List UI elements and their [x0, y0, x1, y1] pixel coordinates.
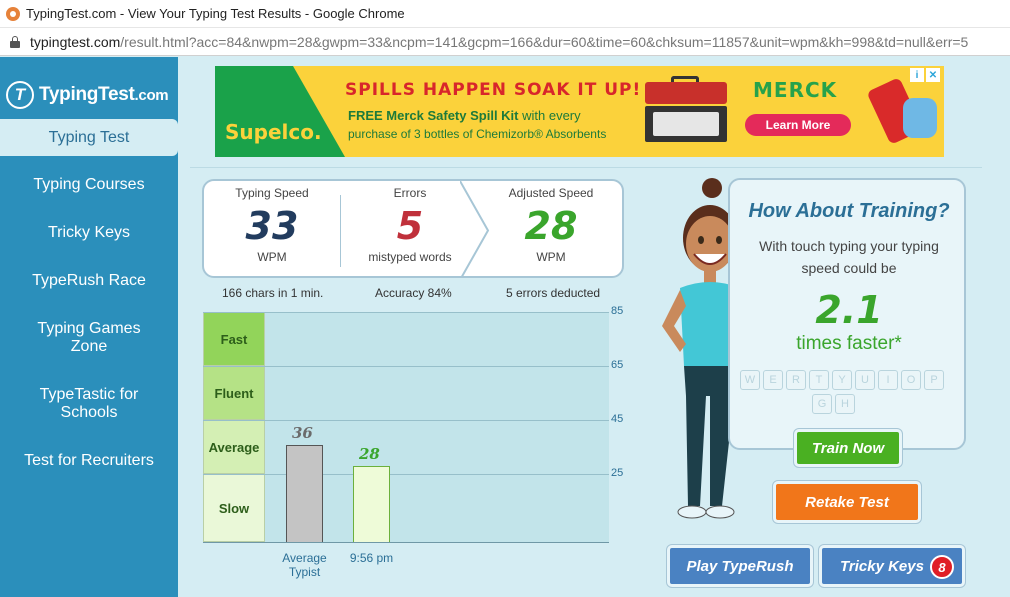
keyboard-key: U	[855, 370, 875, 390]
results-card: Typing Speed 33 WPM Errors 5 mistyped wo…	[202, 179, 624, 278]
url-host: typingtest.com	[30, 33, 121, 50]
ad-learn-more-button[interactable]: Learn More	[745, 114, 851, 136]
ad-banner[interactable]: Supelco. SPILLS HAPPEN SOAK IT UP! FREE …	[215, 66, 944, 157]
sidebar-item-typing-test[interactable]: Typing Test	[0, 119, 178, 156]
window-title: TypingTest.com - View Your Typing Test R…	[26, 6, 405, 21]
keyboard-key: I	[878, 370, 898, 390]
errors-unit: mistyped words	[368, 250, 452, 264]
url-path: /result.html?acc=84&nwpm=28&gwpm=33&ncpm…	[120, 33, 969, 50]
keyboard-key: W	[740, 370, 760, 390]
ad-controls: i ✕	[910, 68, 940, 82]
chart-band-fluent: Fluent	[203, 366, 265, 421]
keyboard-key: P	[924, 370, 944, 390]
chart-bar	[353, 466, 390, 542]
keyboard-key: O	[901, 370, 921, 390]
keyboard-key: R	[786, 370, 806, 390]
retake-test-button[interactable]: Retake Test	[773, 481, 921, 523]
address-bar[interactable]: typingtest.com/result.html?acc=84&nwpm=2…	[0, 28, 1010, 56]
adjusted-speed-stat: Adjusted Speed 28 WPM	[480, 181, 622, 264]
chart-gridline	[203, 366, 609, 368]
adjusted-speed-label: Adjusted Speed	[508, 186, 594, 200]
training-title: How About Training?	[748, 200, 950, 222]
typing-speed-unit: WPM	[257, 250, 287, 264]
accuracy-summary: Accuracy 84%	[375, 286, 452, 300]
errors-value: 5	[396, 204, 424, 248]
chart-gridline	[203, 420, 609, 422]
chart-gridline	[203, 312, 609, 313]
tricky-keys-button[interactable]: Tricky Keys 8	[819, 545, 965, 587]
chart-bar-value-label: 28	[359, 445, 380, 464]
chart-bar-value-label: 36	[292, 423, 313, 442]
ad-offer: FREE Merck Safety Spill Kit with every	[348, 108, 581, 123]
chart-band-fast: Fast	[203, 312, 265, 367]
logo-text: TypingTest.com	[39, 84, 169, 105]
errors-deducted-summary: 5 errors deducted	[506, 286, 601, 300]
chart-gridline	[203, 474, 609, 476]
typing-speed-stat: Typing Speed 33 WPM	[204, 181, 340, 264]
chart-y-tick-label: 65	[611, 359, 624, 372]
ad-offer-detail: purchase of 3 bottles of Chemizorb® Abso…	[348, 127, 607, 141]
ad-brand-supelco: Supelco.	[225, 120, 322, 144]
training-promo-card: How About Training? With touch typing yo…	[728, 178, 966, 450]
sidebar: T TypingTest.com Typing Test Typing Cour…	[0, 57, 178, 597]
ad-info-icon[interactable]: i	[910, 68, 924, 82]
chart-bar	[286, 444, 323, 542]
chars-summary: 166 chars in 1 min.	[222, 286, 324, 300]
sidebar-item-typerush-race[interactable]: TypeRush Race	[0, 257, 178, 305]
chart-y-tick-label: 45	[611, 413, 624, 426]
training-multiplier: 2.1	[815, 288, 883, 332]
content-divider	[190, 167, 982, 168]
ad-headline: SPILLS HAPPEN SOAK IT UP!	[345, 80, 642, 100]
ad-brand-merck: MERCK	[753, 78, 838, 102]
chart-x-category-label: 9:56 pm	[349, 551, 394, 565]
sidebar-item-typetastic-for-schools[interactable]: TypeTastic for Schools	[0, 371, 178, 437]
keyboard-key: Y	[832, 370, 852, 390]
lock-icon[interactable]	[10, 35, 20, 48]
sidebar-item-typing-courses[interactable]: Typing Courses	[0, 161, 178, 209]
keyboard-key: E	[763, 370, 783, 390]
train-now-button[interactable]: Train Now	[794, 429, 902, 467]
errors-label: Errors	[393, 186, 427, 200]
tricky-keys-label: Tricky Keys	[840, 557, 924, 575]
training-description: With touch typing your typing speed coul…	[759, 238, 939, 276]
chart-band-average: Average	[203, 420, 265, 475]
keyboard-key: T	[809, 370, 829, 390]
adjusted-speed-value: 28	[524, 204, 578, 248]
chart-x-category-label: Average Typist	[282, 551, 327, 579]
keyboard-key: H	[835, 394, 855, 414]
play-typerush-button[interactable]: Play TypeRush	[667, 545, 813, 587]
typing-speed-value: 33	[245, 204, 299, 248]
site-favicon-icon	[6, 6, 20, 21]
chart-y-tick-label: 25	[611, 467, 624, 480]
errors-stat: Errors 5 mistyped words	[342, 181, 478, 264]
browser-title-bar: TypingTest.com - View Your Typing Test R…	[0, 0, 1010, 28]
ad-close-icon[interactable]: ✕	[926, 68, 940, 82]
logo-mark-icon: T	[6, 81, 34, 109]
site-logo[interactable]: T TypingTest.com	[0, 57, 178, 119]
spill-kit-image	[643, 76, 729, 146]
tricky-keys-count-badge: 8	[930, 555, 954, 579]
speed-comparison-chart: Fast Fluent Average Slow 85 65 45 25 36 Average T…	[203, 305, 629, 584]
typing-speed-label: Typing Speed	[235, 186, 309, 200]
chart-y-tick-label: 85	[611, 305, 624, 317]
chart-x-axis	[203, 542, 609, 543]
chart-band-slow: Slow	[203, 474, 265, 542]
sidebar-item-typing-games-zone[interactable]: Typing Games Zone	[0, 305, 178, 371]
bottle-image	[863, 72, 943, 152]
sidebar-item-test-for-recruiters[interactable]: Test for Recruiters	[0, 437, 178, 485]
keyboard-key: G	[812, 394, 832, 414]
adjusted-speed-unit: WPM	[536, 250, 566, 264]
sidebar-item-tricky-keys[interactable]: Tricky Keys	[0, 209, 178, 257]
stat-separator	[340, 195, 341, 267]
training-faster-text: times faster*	[796, 333, 902, 354]
